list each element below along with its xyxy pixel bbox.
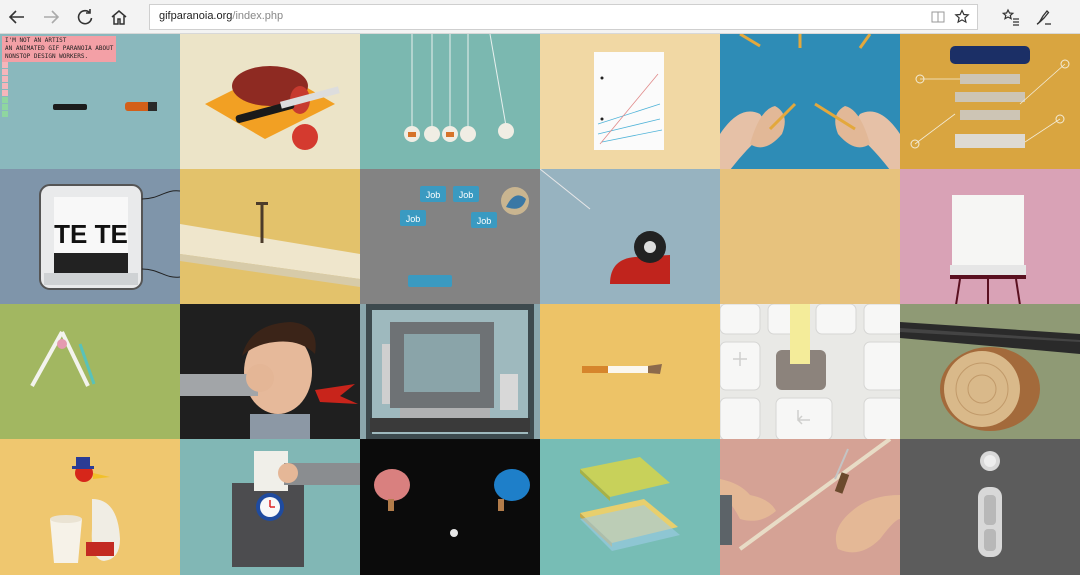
back-arrow-icon[interactable]: [4, 4, 30, 30]
bar-segment: [2, 90, 8, 96]
home-icon[interactable]: [106, 4, 132, 30]
bar-segment: [2, 111, 8, 117]
tile-job[interactable]: Job Job Job Job: [360, 169, 540, 304]
refresh-icon[interactable]: [72, 4, 98, 30]
tile-stapler[interactable]: [900, 34, 1080, 169]
bar-segment: [2, 104, 8, 110]
tile-empty-yellow[interactable]: [720, 169, 900, 304]
notice-line: AN ANIMATED GIF PARANOIA ABOUT: [5, 45, 114, 52]
tile-easel[interactable]: [900, 169, 1080, 304]
tile-cradle[interactable]: [360, 34, 540, 169]
tile-tape-dispenser[interactable]: [540, 169, 720, 304]
pen-icon[interactable]: [1030, 4, 1056, 30]
star-icon[interactable]: [954, 9, 972, 27]
url-domain: gifparanoia.org: [159, 10, 233, 22]
forward-arrow-icon[interactable]: [38, 4, 64, 30]
tile-face[interactable]: [180, 304, 360, 439]
url-path: /index.php: [232, 10, 284, 22]
notice-line: NONSTOP DESIGN WORKERS.: [5, 53, 89, 60]
tile-compass[interactable]: [0, 304, 180, 439]
tile-whittling[interactable]: [720, 439, 900, 575]
tile-cigarette[interactable]: [540, 304, 720, 439]
tile-info-stand[interactable]: [900, 439, 1080, 575]
tile-printer[interactable]: TE TE: [0, 169, 180, 304]
progress-bars: [2, 62, 8, 118]
job-label: Job: [426, 190, 441, 200]
printer-text: TE TE: [54, 219, 128, 249]
site-notice: I'M NOT AN ARTIST AN ANIMATED GIF PARANO…: [2, 36, 117, 62]
job-label: Job: [406, 214, 421, 224]
tile-monitor[interactable]: [360, 304, 540, 439]
tile-paper[interactable]: [540, 34, 720, 169]
gif-grid: TE TE Job Job Job Job: [0, 34, 1080, 575]
job-label: Job: [477, 216, 492, 226]
tile-saw-log[interactable]: [900, 304, 1080, 439]
tile-nail[interactable]: [180, 169, 360, 304]
tile-drinking-bird[interactable]: [0, 439, 180, 575]
job-label: Job: [459, 190, 474, 200]
tile-salami[interactable]: [180, 34, 360, 169]
url-text[interactable]: gifparanoia.org/index.php: [159, 10, 283, 22]
bar-segment: [2, 76, 8, 82]
reading-view-icon[interactable]: [930, 9, 948, 27]
tile-pencils[interactable]: [720, 34, 900, 169]
favorites-hub-icon[interactable]: [998, 4, 1024, 30]
tile-sticky-notes[interactable]: [540, 439, 720, 575]
browser-toolbar: gifparanoia.org/index.php: [0, 0, 1080, 34]
tile-timeclock[interactable]: [180, 439, 360, 575]
bar-segment: [2, 83, 8, 89]
bar-segment: [2, 62, 8, 68]
tile-ping-pong[interactable]: [360, 439, 540, 575]
notice-line: I'M NOT AN ARTIST: [5, 37, 67, 44]
tile-keyboard[interactable]: [720, 304, 900, 439]
bar-segment: [2, 97, 8, 103]
address-bar[interactable]: gifparanoia.org/index.php: [149, 4, 978, 30]
bar-segment: [2, 69, 8, 75]
